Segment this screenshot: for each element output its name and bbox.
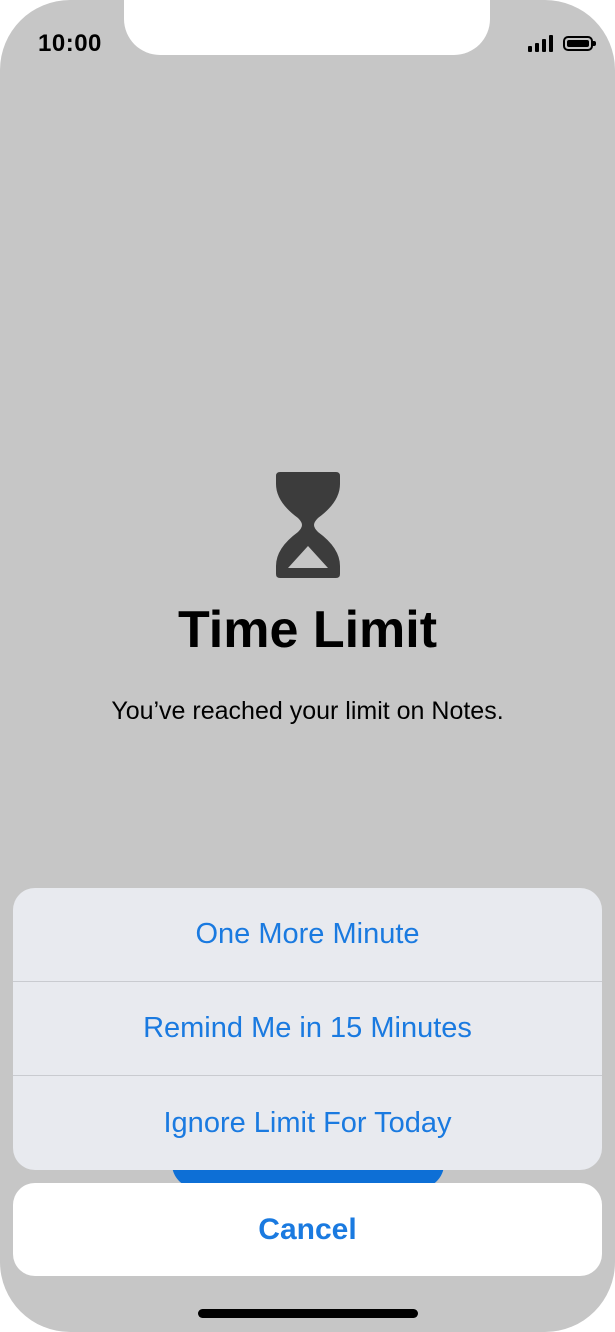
home-indicator[interactable] xyxy=(198,1309,418,1318)
status-icons xyxy=(528,34,596,52)
status-time: 10:00 xyxy=(38,30,102,57)
cancel-button[interactable]: Cancel xyxy=(13,1183,602,1276)
ignore-limit-today-button[interactable]: Ignore Limit For Today xyxy=(13,1076,602,1170)
limit-message: You’ve reached your limit on Notes. xyxy=(111,697,504,725)
action-sheet: One More Minute Remind Me in 15 Minutes … xyxy=(13,888,602,1170)
page-title: Time Limit xyxy=(177,601,438,659)
remind-in-15-minutes-button[interactable]: Remind Me in 15 Minutes xyxy=(13,982,602,1076)
notch xyxy=(124,0,490,55)
battery-icon xyxy=(563,35,596,51)
cellular-signal-icon xyxy=(528,34,553,52)
phone-screen: 10:00 Time Limit You’ve reached your lim… xyxy=(0,0,615,1332)
one-more-minute-button[interactable]: One More Minute xyxy=(13,888,602,982)
hourglass-icon xyxy=(276,472,340,578)
